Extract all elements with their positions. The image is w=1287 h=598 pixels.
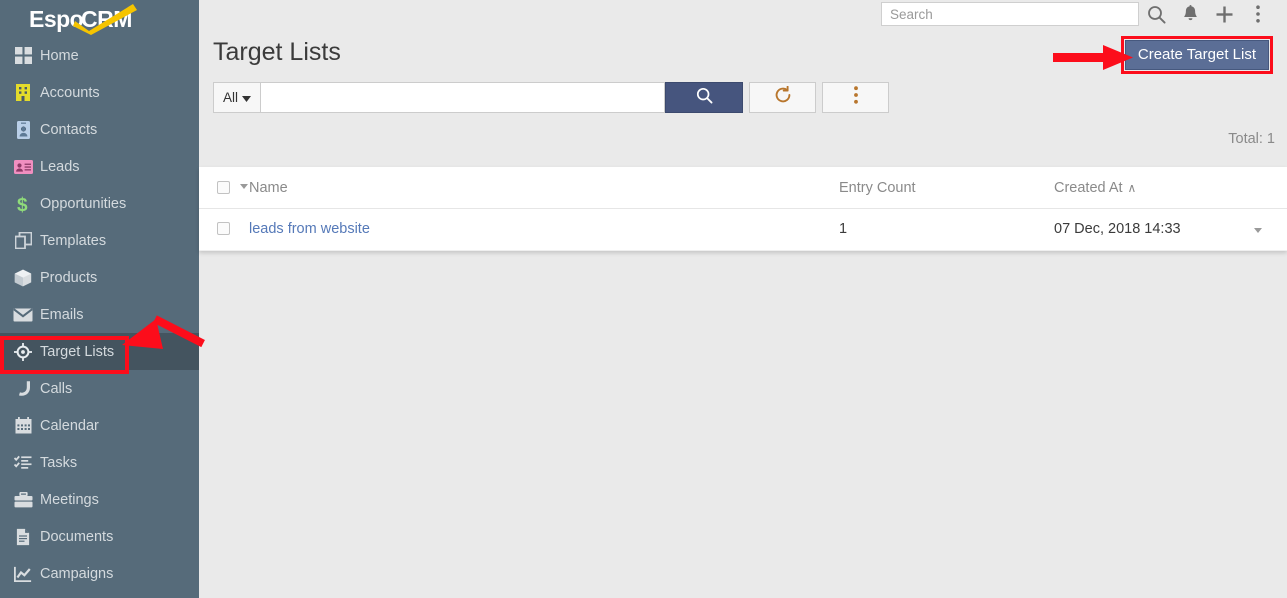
espocrm-logo-icon: Espo CRM — [29, 3, 137, 35]
sidebar-item-label: Leads — [40, 158, 80, 175]
filter-dropdown[interactable]: All — [213, 82, 260, 113]
column-header-label: Created At — [1054, 180, 1123, 196]
kebab-menu-icon — [853, 85, 859, 110]
row-name-cell: leads from website — [249, 208, 839, 251]
sidebar-nav: Home Accounts Contacts Leads $ Opportuni… — [0, 37, 199, 592]
highlight-box-create-button: Create Target List — [1120, 36, 1273, 74]
sidebar-item-templates[interactable]: Templates — [0, 222, 199, 259]
main-content: Target Lists Create Target List All Tota… — [199, 28, 1287, 598]
sidebar-item-emails[interactable]: Emails — [0, 296, 199, 333]
search-icon[interactable] — [1139, 0, 1173, 28]
column-header-name[interactable]: Name — [249, 167, 839, 209]
sidebar-item-label: Products — [40, 269, 98, 286]
envelope-icon — [12, 305, 34, 325]
table-header-row: Name Entry Count Created At ∧ — [199, 167, 1287, 209]
target-list-link[interactable]: leads from website — [249, 221, 370, 237]
sidebar-item-leads[interactable]: Leads — [0, 148, 199, 185]
sidebar-item-label: Calls — [40, 380, 73, 397]
sidebar-item-label: Home — [40, 47, 79, 64]
sidebar-item-label: Campaigns — [40, 565, 114, 582]
sidebar-item-label: Emails — [40, 306, 84, 323]
global-search-input[interactable] — [881, 2, 1139, 26]
chevron-down-icon — [242, 90, 251, 105]
bell-icon[interactable] — [1173, 0, 1207, 28]
list-actions-button[interactable] — [822, 82, 889, 113]
sidebar-item-opportunities[interactable]: $ Opportunities — [0, 185, 199, 222]
column-header-label: Entry Count — [839, 180, 916, 196]
table-body: leads from website 1 07 Dec, 2018 14:33 — [199, 208, 1287, 251]
row-actions-dropdown-icon[interactable] — [1254, 228, 1262, 233]
refresh-icon — [774, 85, 792, 109]
phone-icon — [12, 379, 34, 399]
refresh-button[interactable] — [749, 82, 816, 113]
copy-icon — [12, 231, 34, 251]
sidebar-item-products[interactable]: Products — [0, 259, 199, 296]
row-actions-cell — [1254, 208, 1287, 251]
sidebar-item-label: Meetings — [40, 491, 99, 508]
crosshair-icon — [12, 342, 34, 362]
row-created-at-cell: 07 Dec, 2018 14:33 — [1054, 208, 1254, 251]
grid-icon — [12, 46, 34, 66]
sidebar-item-home[interactable]: Home — [0, 37, 199, 74]
list-search-toolbar: All — [213, 82, 889, 113]
chart-line-icon — [12, 564, 34, 584]
sidebar-item-meetings[interactable]: Meetings — [0, 481, 199, 518]
sidebar-item-tasks[interactable]: Tasks — [0, 444, 199, 481]
document-icon — [12, 527, 34, 547]
create-target-list-button[interactable]: Create Target List — [1124, 40, 1269, 70]
espocrm-app: Espo CRM Home Accounts Contacts Leads $ … — [0, 0, 1287, 598]
box-icon — [12, 268, 34, 288]
calendar-icon — [12, 416, 34, 436]
select-all-dropdown-icon[interactable] — [240, 184, 249, 189]
kebab-menu-icon[interactable] — [1241, 0, 1275, 28]
column-header-actions — [1254, 167, 1287, 209]
table-row[interactable]: leads from website 1 07 Dec, 2018 14:33 — [199, 208, 1287, 251]
page-header: Target Lists Create Target List — [199, 28, 1287, 78]
column-header-label: Name — [249, 180, 288, 196]
sidebar-item-accounts[interactable]: Accounts — [0, 74, 199, 111]
briefcase-icon — [12, 490, 34, 510]
select-all-checkbox[interactable] — [217, 181, 230, 194]
sort-asc-icon: ∧ — [1127, 181, 1137, 195]
search-submit-button[interactable] — [665, 82, 743, 113]
search-icon — [696, 87, 713, 109]
sidebar-item-contacts[interactable]: Contacts — [0, 111, 199, 148]
vcard-icon — [12, 120, 34, 140]
sidebar-item-label: Opportunities — [40, 195, 127, 212]
column-header-created-at[interactable]: Created At ∧ — [1054, 167, 1254, 209]
sidebar-item-label: Target Lists — [40, 343, 115, 360]
sidebar: Espo CRM Home Accounts Contacts Leads $ … — [0, 0, 199, 598]
column-header-entry-count[interactable]: Entry Count — [839, 167, 1054, 209]
sidebar-item-label: Templates — [40, 232, 107, 249]
sidebar-item-label: Documents — [40, 528, 114, 545]
row-select-cell — [199, 208, 249, 251]
plus-icon[interactable] — [1207, 0, 1241, 28]
sidebar-item-calls[interactable]: Calls — [0, 370, 199, 407]
building-icon — [12, 83, 34, 103]
sidebar-item-label: Contacts — [40, 121, 98, 138]
select-all-header — [199, 167, 249, 209]
filter-dropdown-label: All — [222, 90, 238, 105]
sidebar-item-label: Tasks — [40, 454, 78, 471]
svg-text:$: $ — [17, 195, 28, 214]
sidebar-item-calendar[interactable]: Calendar — [0, 407, 199, 444]
sidebar-item-documents[interactable]: Documents — [0, 518, 199, 555]
logo-text-espo: Espo — [29, 6, 84, 32]
target-lists-table: Name Entry Count Created At ∧ leads from… — [199, 167, 1287, 251]
sidebar-item-target-lists[interactable]: Target Lists — [0, 333, 199, 370]
dollar-icon: $ — [12, 194, 34, 214]
id-card-icon — [12, 157, 34, 177]
target-lists-table-panel: Name Entry Count Created At ∧ leads from… — [199, 167, 1287, 251]
row-entry-count-cell: 1 — [839, 208, 1054, 251]
app-logo[interactable]: Espo CRM — [0, 0, 199, 37]
list-search-input[interactable] — [260, 82, 665, 113]
total-count-label: Total: 1 — [1228, 131, 1275, 147]
sidebar-item-label: Calendar — [40, 417, 99, 434]
sidebar-item-campaigns[interactable]: Campaigns — [0, 555, 199, 592]
top-navbar — [199, 0, 1287, 28]
sidebar-item-label: Accounts — [40, 84, 100, 101]
table-header: Name Entry Count Created At ∧ — [199, 167, 1287, 209]
tasks-icon — [12, 453, 34, 473]
row-checkbox[interactable] — [217, 222, 230, 235]
